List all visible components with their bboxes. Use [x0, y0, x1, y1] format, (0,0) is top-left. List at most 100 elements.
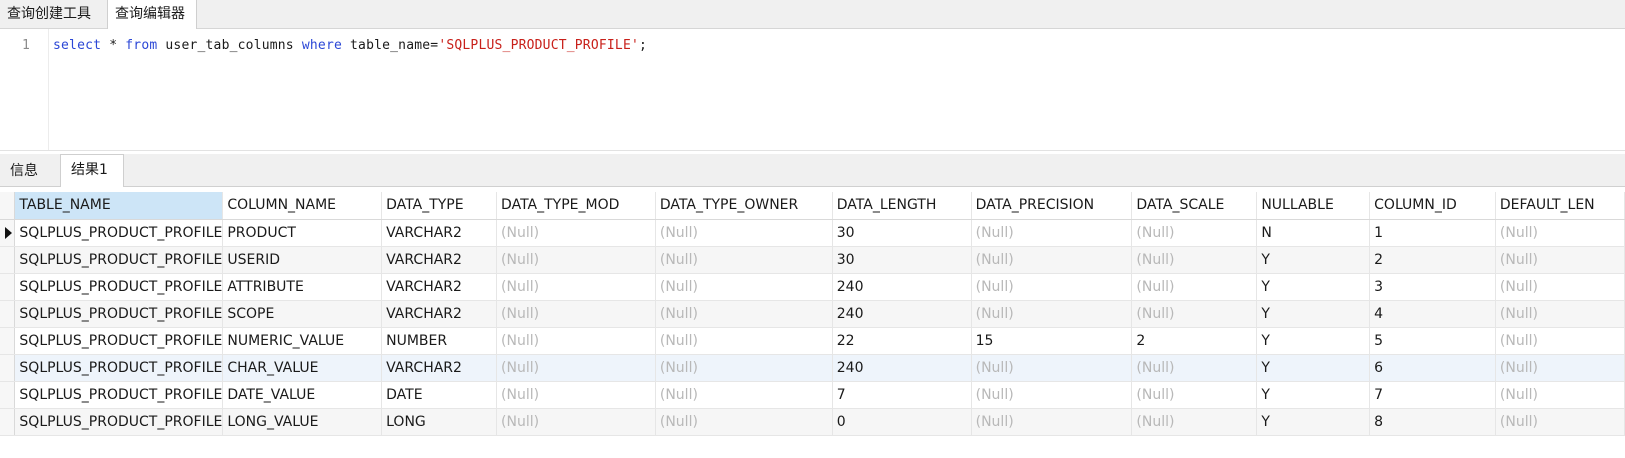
row-indicator[interactable]	[0, 354, 16, 382]
column-header-table-name[interactable]: TABLE_NAME	[14, 192, 224, 220]
table-cell[interactable]: 30	[832, 246, 972, 274]
table-cell[interactable]: VARCHAR2	[381, 300, 498, 328]
table-cell[interactable]: 7	[832, 381, 972, 409]
table-cell[interactable]: (Null)	[1131, 408, 1258, 436]
table-cell[interactable]: 1	[1369, 219, 1496, 247]
table-cell[interactable]: (Null)	[1495, 300, 1625, 328]
table-cell[interactable]: NUMBER	[381, 327, 498, 355]
table-cell[interactable]: (Null)	[1131, 219, 1258, 247]
table-cell[interactable]: 6	[1369, 354, 1496, 382]
table-cell[interactable]: (Null)	[655, 300, 833, 328]
table-cell[interactable]: SQLPLUS_PRODUCT_PROFILE	[14, 327, 224, 355]
row-indicator[interactable]	[0, 381, 16, 409]
table-cell[interactable]: (Null)	[971, 273, 1133, 301]
table-cell[interactable]: (Null)	[971, 246, 1133, 274]
table-cell[interactable]: (Null)	[1495, 219, 1625, 247]
table-cell[interactable]: SQLPLUS_PRODUCT_PROFILE	[14, 354, 224, 382]
table-cell[interactable]: 240	[832, 354, 972, 382]
table-cell[interactable]: Y	[1256, 408, 1371, 436]
column-header-nullable[interactable]: NULLABLE	[1256, 192, 1371, 220]
table-cell[interactable]: 0	[832, 408, 972, 436]
table-cell[interactable]: Y	[1256, 273, 1371, 301]
table-row[interactable]: SQLPLUS_PRODUCT_PROFILE SCOPE VARCHAR2 (Nul…	[0, 300, 1625, 328]
result-grid[interactable]: TABLE_NAME COLUMN_NAME DATA_TYPE DATA_TY…	[0, 192, 1625, 436]
table-cell[interactable]: 3	[1369, 273, 1496, 301]
table-cell[interactable]: CHAR_VALUE	[222, 354, 383, 382]
row-indicator[interactable]	[0, 300, 16, 328]
row-indicator[interactable]	[0, 219, 16, 247]
table-cell[interactable]: 7	[1369, 381, 1496, 409]
row-indicator[interactable]	[0, 327, 16, 355]
table-cell[interactable]: (Null)	[655, 246, 833, 274]
column-header-data-precision[interactable]: DATA_PRECISION	[971, 192, 1133, 220]
table-cell[interactable]: 2	[1369, 246, 1496, 274]
tab-query-builder[interactable]: 查询创建工具	[0, 0, 107, 28]
column-header-data-type[interactable]: DATA_TYPE	[381, 192, 498, 220]
table-cell[interactable]: (Null)	[1495, 246, 1625, 274]
table-cell[interactable]: (Null)	[655, 219, 833, 247]
column-header-data-scale[interactable]: DATA_SCALE	[1131, 192, 1258, 220]
table-cell[interactable]: (Null)	[496, 354, 656, 382]
table-cell[interactable]: (Null)	[971, 300, 1133, 328]
column-header-data-type-owner[interactable]: DATA_TYPE_OWNER	[655, 192, 833, 220]
table-cell[interactable]: VARCHAR2	[381, 219, 498, 247]
table-cell[interactable]: (Null)	[655, 354, 833, 382]
table-cell[interactable]: Y	[1256, 300, 1371, 328]
row-indicator[interactable]	[0, 408, 16, 436]
row-indicator[interactable]	[0, 273, 16, 301]
table-cell[interactable]: LONG	[381, 408, 498, 436]
table-cell[interactable]: VARCHAR2	[381, 246, 498, 274]
table-cell[interactable]: 30	[832, 219, 972, 247]
table-cell[interactable]: DATE_VALUE	[222, 381, 383, 409]
table-cell[interactable]: (Null)	[1131, 354, 1258, 382]
table-cell[interactable]: 240	[832, 300, 972, 328]
table-cell[interactable]: (Null)	[1495, 327, 1625, 355]
sql-code-line[interactable]: select * from user_tab_columns where tab…	[53, 38, 647, 53]
table-cell[interactable]: (Null)	[496, 273, 656, 301]
table-cell[interactable]: VARCHAR2	[381, 273, 498, 301]
table-cell[interactable]: (Null)	[1131, 381, 1258, 409]
table-cell[interactable]: (Null)	[1495, 354, 1625, 382]
table-cell[interactable]: SQLPLUS_PRODUCT_PROFILE	[14, 408, 224, 436]
table-cell[interactable]: 240	[832, 273, 972, 301]
table-cell[interactable]: (Null)	[1131, 300, 1258, 328]
sql-editor[interactable]: 1 select * from user_tab_columns where t…	[0, 29, 1625, 151]
table-cell[interactable]: (Null)	[971, 408, 1133, 436]
column-header-data-type-mod[interactable]: DATA_TYPE_MOD	[496, 192, 656, 220]
table-cell[interactable]: (Null)	[971, 219, 1133, 247]
table-cell[interactable]: (Null)	[496, 300, 656, 328]
table-cell[interactable]: (Null)	[496, 219, 656, 247]
table-cell[interactable]: SQLPLUS_PRODUCT_PROFILE	[14, 381, 224, 409]
table-cell[interactable]: USERID	[222, 246, 383, 274]
column-header-column-name[interactable]: COLUMN_NAME	[222, 192, 383, 220]
table-cell[interactable]: SQLPLUS_PRODUCT_PROFILE	[14, 273, 224, 301]
table-row[interactable]: SQLPLUS_PRODUCT_PROFILE LONG_VALUE LONG (Nu…	[0, 408, 1625, 436]
table-cell[interactable]: Y	[1256, 381, 1371, 409]
table-cell[interactable]: (Null)	[971, 354, 1133, 382]
table-row[interactable]: SQLPLUS_PRODUCT_PROFILE NUMERIC_VALUE NUMB…	[0, 327, 1625, 355]
table-cell[interactable]: 4	[1369, 300, 1496, 328]
table-row[interactable]: SQLPLUS_PRODUCT_PROFILE ATTRIBUTE VARCHAR2…	[0, 273, 1625, 301]
table-cell[interactable]: (Null)	[1131, 246, 1258, 274]
table-cell[interactable]: 22	[832, 327, 972, 355]
table-cell[interactable]: SQLPLUS_PRODUCT_PROFILE	[14, 219, 224, 247]
table-cell[interactable]: (Null)	[655, 381, 833, 409]
table-cell[interactable]: (Null)	[971, 381, 1133, 409]
table-cell[interactable]: SQLPLUS_PRODUCT_PROFILE	[14, 300, 224, 328]
table-cell[interactable]: 2	[1131, 327, 1258, 355]
column-header-default-length[interactable]: DEFAULT_LEN	[1495, 192, 1625, 220]
table-cell[interactable]: (Null)	[496, 408, 656, 436]
table-cell[interactable]: (Null)	[1131, 273, 1258, 301]
table-cell[interactable]: (Null)	[1495, 381, 1625, 409]
table-row[interactable]: SQLPLUS_PRODUCT_PROFILE USERID VARCHAR2 (Nu…	[0, 246, 1625, 274]
table-row[interactable]: SQLPLUS_PRODUCT_PROFILE CHAR_VALUE VARCHAR…	[0, 354, 1625, 382]
table-cell[interactable]: ATTRIBUTE	[222, 273, 383, 301]
table-cell[interactable]: (Null)	[496, 246, 656, 274]
column-header-data-length[interactable]: DATA_LENGTH	[832, 192, 972, 220]
row-indicator[interactable]	[0, 246, 16, 274]
table-cell[interactable]: DATE	[381, 381, 498, 409]
table-cell[interactable]: LONG_VALUE	[222, 408, 383, 436]
tab-result-1[interactable]: 结果1	[60, 154, 124, 187]
table-cell[interactable]: (Null)	[496, 327, 656, 355]
table-cell[interactable]: N	[1256, 219, 1371, 247]
